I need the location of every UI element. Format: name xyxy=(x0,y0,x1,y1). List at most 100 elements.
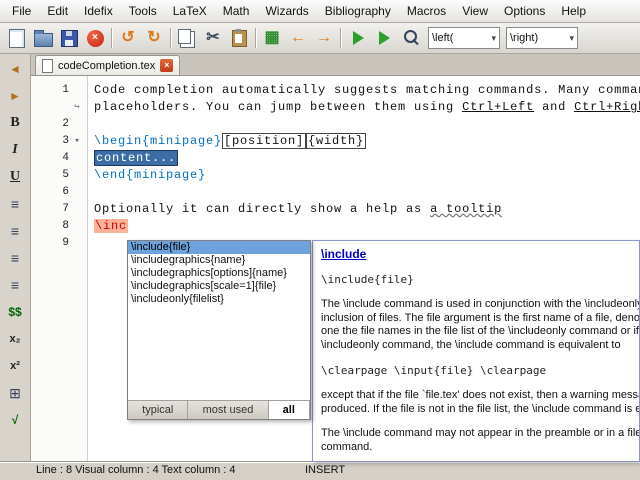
menu-file[interactable]: File xyxy=(4,1,39,21)
tab-close-icon[interactable]: × xyxy=(160,59,174,72)
code-segment: [position] xyxy=(222,133,307,149)
gutter-spacer xyxy=(69,167,85,184)
save-file-button[interactable] xyxy=(56,25,82,51)
editor-line: \end{minipage} xyxy=(94,167,640,184)
log-panel-icon: ▦ xyxy=(264,29,280,46)
completion-item[interactable]: \includegraphics[scale=1]{file} xyxy=(128,280,310,293)
bold-button[interactable]: B xyxy=(3,111,27,135)
completion-item[interactable]: \includeonly{filelist} xyxy=(128,293,310,306)
italic-button[interactable]: I xyxy=(3,138,27,162)
scissors-icon: ✂ xyxy=(206,29,220,46)
forward-button[interactable]: → xyxy=(311,25,337,51)
right-delimiter-dropdown[interactable]: \right) ▾ xyxy=(506,27,578,49)
wrap-marker-icon: ↪ xyxy=(74,102,80,112)
new-file-button[interactable] xyxy=(4,25,30,51)
paste-icon xyxy=(231,28,247,47)
completion-item[interactable]: \includegraphics{name} xyxy=(128,254,310,267)
completion-tab-most-used[interactable]: most used xyxy=(188,401,269,419)
help-paragraph: The \include command may not appear in t… xyxy=(321,427,639,454)
back-button[interactable]: ← xyxy=(285,25,311,51)
menu-wizards[interactable]: Wizards xyxy=(257,1,316,21)
open-file-button[interactable] xyxy=(30,25,56,51)
gutter-row: 2 xyxy=(31,116,87,133)
sqrt-button[interactable]: √ xyxy=(3,408,27,432)
help-syntax: \include{file} xyxy=(321,273,414,286)
menu-help[interactable]: Help xyxy=(553,1,594,21)
bullet-list-icon: ≡ xyxy=(10,196,20,212)
compile-button[interactable] xyxy=(370,25,396,51)
left-delimiter-dropdown[interactable]: \left( ▾ xyxy=(428,27,500,49)
open-folder-icon xyxy=(33,29,53,47)
line-number xyxy=(31,99,69,116)
gutter-spacer xyxy=(69,116,85,133)
environment-button[interactable]: ≡ xyxy=(3,273,27,297)
help-text-line: \includeonly command, the \include comma… xyxy=(321,338,621,351)
paste-button[interactable] xyxy=(226,25,252,51)
undo-button[interactable]: ↺ xyxy=(115,25,141,51)
gutter-spacer xyxy=(69,201,85,218)
menu-idefix[interactable]: Idefix xyxy=(76,1,121,21)
editor-line: Optionally it can directly show a help a… xyxy=(94,201,640,218)
play-icon xyxy=(379,31,390,45)
close-file-button[interactable] xyxy=(82,25,108,51)
line-number: 7 xyxy=(62,203,69,215)
messages-log-button[interactable]: ▦ xyxy=(259,25,285,51)
numbered-list-icon: ≡ xyxy=(10,223,20,239)
line-number: 3 xyxy=(62,135,69,147)
tab-codecompletion[interactable]: codeCompletion.tex × xyxy=(35,55,181,75)
menu-latex[interactable]: LaTeX xyxy=(165,1,215,21)
subscript-button[interactable]: x₂ xyxy=(3,327,27,351)
copy-button[interactable] xyxy=(174,25,200,51)
collapse-panel-button[interactable]: ◄ xyxy=(3,57,27,81)
code-segment: \begin{minipage} xyxy=(94,134,223,148)
menu-view[interactable]: View xyxy=(454,1,496,21)
completion-item[interactable]: \includegraphics[options]{name} xyxy=(128,267,310,280)
fold-marker-icon[interactable]: ▾ xyxy=(69,133,85,150)
help-text-line: command. xyxy=(321,440,373,453)
close-circle-icon xyxy=(86,29,104,47)
save-icon xyxy=(60,29,78,47)
gutter-row: 9 xyxy=(31,235,87,252)
editor-line: \inc xyxy=(94,218,640,235)
copy-icon xyxy=(178,28,191,44)
code-segment: a tooltip xyxy=(430,202,503,216)
editor-line: \begin{minipage} [position] {width} xyxy=(94,133,640,150)
gutter-row: 7 xyxy=(31,201,87,218)
view-pdf-button[interactable] xyxy=(396,25,422,51)
menu-macros[interactable]: Macros xyxy=(399,1,454,21)
menu-math[interactable]: Math xyxy=(215,1,258,21)
completion-item[interactable]: \include{file} xyxy=(128,241,310,254)
help-text-line: produced. If the file is not in the file… xyxy=(321,402,639,415)
code-segment: \inc xyxy=(94,219,129,233)
underline-icon: U xyxy=(9,169,21,184)
forward-arrow-icon: → xyxy=(316,29,332,46)
completion-tab-all[interactable]: all xyxy=(268,401,311,419)
cursor-position-status: Line : 8 Visual column : 4 Text column :… xyxy=(36,464,236,476)
menu-options[interactable]: Options xyxy=(496,1,553,21)
underline-button[interactable]: U xyxy=(3,165,27,189)
back-arrow-icon: ← xyxy=(290,29,306,46)
help-paragraph: The \include command is used in conjunct… xyxy=(321,298,639,352)
menu-edit[interactable]: Edit xyxy=(39,1,76,21)
help-text-line: The \include command is used in conjunct… xyxy=(321,298,639,310)
itemize-button[interactable]: ≡ xyxy=(3,192,27,216)
superscript-button[interactable]: x² xyxy=(3,354,27,378)
expand-panel-button[interactable]: ► xyxy=(3,84,27,108)
quick-build-button[interactable] xyxy=(344,25,370,51)
completion-tab-typical[interactable]: typical xyxy=(128,401,189,419)
toolbar-separator xyxy=(340,28,341,48)
inline-math-button[interactable]: $$ xyxy=(3,300,27,324)
redo-button[interactable]: ↻ xyxy=(141,25,167,51)
subscript-icon: x₂ xyxy=(9,333,21,345)
menu-tools[interactable]: Tools xyxy=(121,1,165,21)
include-help-link[interactable]: \include xyxy=(321,247,639,261)
menu-bibliography[interactable]: Bibliography xyxy=(317,1,399,21)
bold-icon: B xyxy=(10,115,20,130)
enumerate-button[interactable]: ≡ xyxy=(3,219,27,243)
cut-button[interactable]: ✂ xyxy=(200,25,226,51)
description-button[interactable]: ≡ xyxy=(3,246,27,270)
help-text-line: except that if the file `file.tex' does … xyxy=(321,389,639,401)
matrix-button[interactable]: ⊞ xyxy=(3,381,27,405)
